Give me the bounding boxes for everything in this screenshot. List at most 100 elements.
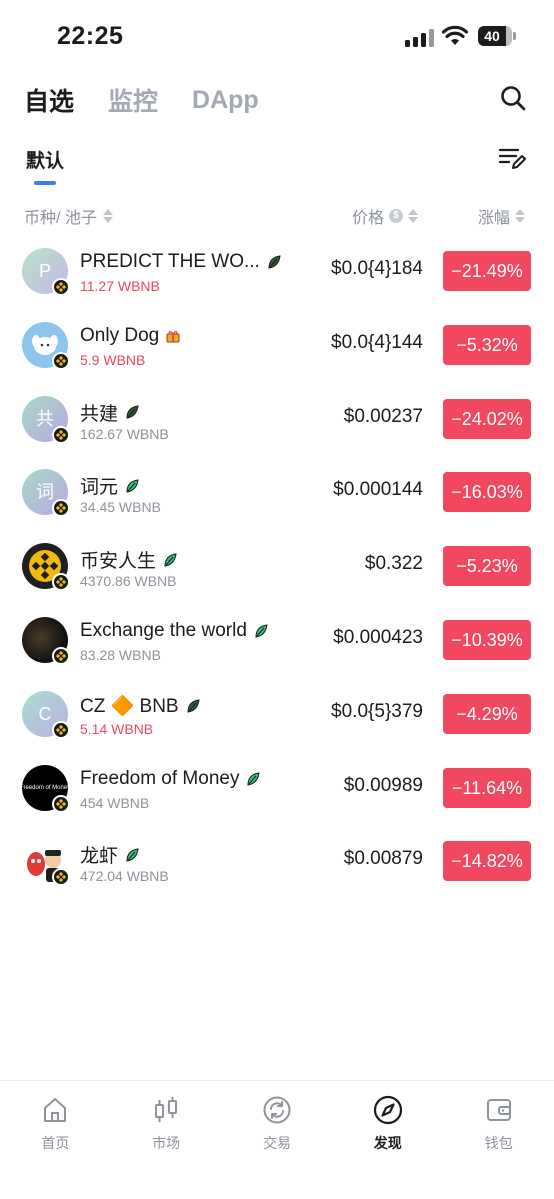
bnb-chain-icon — [52, 499, 70, 518]
column-coin-label: 币种/ 池子 — [24, 210, 97, 227]
bnb-chain-icon — [52, 868, 70, 887]
pool-liquidity: 5.14 WBNB — [80, 720, 154, 737]
nav-home[interactable]: 首页 — [0, 1081, 111, 1199]
token-name-line: PREDICT THE WO... — [80, 251, 282, 273]
leaf-icon — [247, 771, 261, 786]
token-row[interactable]: 龙虾 472.04 WBNB $0.00879 −14.82% — [0, 824, 554, 898]
edit-list-icon[interactable] — [498, 144, 526, 172]
gift-icon — [166, 330, 180, 343]
leaf-icon — [164, 553, 177, 567]
currency-icon[interactable]: $ — [389, 209, 404, 223]
column-price-label: 价格 — [352, 210, 385, 227]
column-change-label: 涨幅 — [478, 210, 511, 227]
swap-icon — [263, 1096, 291, 1124]
token-name: 币安人生 — [80, 551, 157, 573]
nav-market[interactable]: 市场 — [111, 1081, 222, 1199]
tab-dapp[interactable]: DApp — [192, 86, 259, 115]
token-name: Exchange the world — [80, 619, 247, 641]
nav-discover[interactable]: 发现 — [332, 1081, 443, 1199]
pool-liquidity: 162.67 WBNB — [80, 425, 169, 442]
candlestick-icon — [155, 1097, 178, 1122]
token-name: 龙虾 — [80, 846, 119, 868]
battery-icon: 40 — [478, 26, 516, 46]
leaf-dark-icon — [268, 255, 281, 269]
subtab-default[interactable]: 默认 — [26, 146, 64, 173]
token-name-line: 词元 — [80, 472, 140, 499]
token-price: $0.00237 — [343, 405, 423, 427]
leaf-icon — [126, 848, 139, 862]
home-icon — [44, 1098, 67, 1122]
pool-liquidity: 83.28 WBNB — [80, 646, 161, 663]
top-tabs: 自选 监控 DApp — [24, 80, 259, 120]
change-badge[interactable]: −16.03% — [443, 472, 531, 513]
column-price[interactable]: 价格 $ — [352, 204, 419, 228]
token-price: $0.00989 — [343, 774, 423, 796]
nav-wallet-label: 钱包 — [484, 1135, 513, 1151]
sort-icon — [408, 209, 419, 223]
search-icon[interactable] — [499, 84, 527, 112]
token-price: $0.0{4}184 — [331, 258, 423, 279]
change-badge[interactable]: −11.64% — [443, 767, 531, 808]
token-row[interactable]: 币安人生 4370.86 WBNB $0.322 −5.23% — [0, 529, 554, 603]
token-row[interactable]: Exchange the world 83.28 WBNB $0.000423 … — [0, 603, 554, 677]
pool-liquidity: 5.9 WBNB — [80, 351, 146, 368]
change-badge[interactable]: −24.02% — [443, 398, 531, 439]
nav-market-label: 市场 — [152, 1135, 181, 1151]
token-price: $0.0{5}379 — [331, 700, 423, 722]
token-price: $0.000423 — [333, 626, 423, 648]
bnb-chain-icon — [52, 794, 70, 813]
change-badge[interactable]: −21.49% — [443, 251, 531, 291]
token-row[interactable]: 词 词元 34.45 WBNB $0.000144 −16.03% — [0, 455, 554, 529]
bnb-chain-icon — [52, 278, 70, 296]
change-badge[interactable]: −5.32% — [443, 324, 531, 365]
wifi-icon — [442, 25, 468, 45]
pool-liquidity: 454 WBNB — [80, 794, 150, 811]
column-change[interactable]: 涨幅 — [478, 204, 526, 228]
column-coin[interactable]: 币种/ 池子 — [24, 204, 113, 228]
nav-trade[interactable]: 交易 — [222, 1081, 333, 1199]
wallet-icon — [486, 1099, 511, 1121]
bnb-chain-icon — [52, 646, 70, 665]
bnb-chain-icon — [52, 573, 70, 592]
change-badge[interactable]: −10.39% — [443, 619, 531, 660]
sort-icon — [515, 209, 526, 223]
bottom-nav: 首页 市场 交易 发现 钱包 — [0, 1080, 554, 1199]
token-name-line: Exchange the world — [80, 620, 269, 642]
token-name-line: Freedom of Money — [80, 768, 261, 790]
cellular-signal-icon — [405, 29, 435, 47]
token-name: CZ 🔶 BNB — [80, 695, 179, 717]
token-name-line: 币安人生 — [80, 546, 178, 573]
column-headers: 币种/ 池子 价格 $ 涨幅 — [0, 204, 554, 230]
pool-liquidity: 472.04 WBNB — [80, 868, 169, 885]
token-row[interactable]: C CZ 🔶 BNB 5.14 WBNB $0.0{5}379 −4.29% — [0, 677, 554, 751]
pool-liquidity: 4370.86 WBNB — [80, 573, 177, 590]
token-row[interactable]: P PREDICT THE WO... 11.27 WBNB $0.0{4}18… — [0, 234, 554, 308]
token-name-line: Only Dog — [80, 325, 181, 347]
token-row[interactable]: Freedom of Money Freedom of Money 454 WB… — [0, 751, 554, 825]
token-row[interactable]: Only Dog 5.9 WBNB $0.0{4}144 −5.32% — [0, 308, 554, 382]
change-badge[interactable]: −4.29% — [443, 693, 531, 734]
pool-liquidity: 34.45 WBNB — [80, 499, 161, 516]
token-name: Freedom of Money — [80, 767, 240, 789]
nav-home-label: 首页 — [41, 1135, 70, 1151]
token-name-line: CZ 🔶 BNB — [80, 694, 201, 718]
leaf-icon — [255, 624, 268, 638]
token-name: 词元 — [80, 477, 119, 499]
nav-wallet[interactable]: 钱包 — [443, 1081, 554, 1199]
change-badge[interactable]: −5.23% — [443, 546, 531, 587]
change-badge[interactable]: −14.82% — [443, 841, 531, 882]
token-name: 共建 — [80, 403, 119, 425]
token-price: $0.0{4}144 — [331, 331, 423, 353]
compass-icon — [373, 1095, 402, 1125]
token-name-line: 龙虾 — [80, 841, 140, 868]
token-price: $0.00879 — [343, 848, 423, 870]
nav-discover-label: 发现 — [373, 1135, 402, 1151]
tab-monitor[interactable]: 监控 — [108, 82, 158, 118]
tab-watchlist[interactable]: 自选 — [24, 82, 74, 118]
leaf-dark-icon — [126, 405, 139, 419]
token-name: PREDICT THE WO... — [80, 251, 260, 272]
token-list: P PREDICT THE WO... 11.27 WBNB $0.0{4}18… — [0, 234, 554, 898]
token-name-line: 共建 — [80, 399, 140, 426]
token-row[interactable]: 共 共建 162.67 WBNB $0.00237 −24.02% — [0, 382, 554, 456]
battery-level: 40 — [478, 26, 506, 46]
